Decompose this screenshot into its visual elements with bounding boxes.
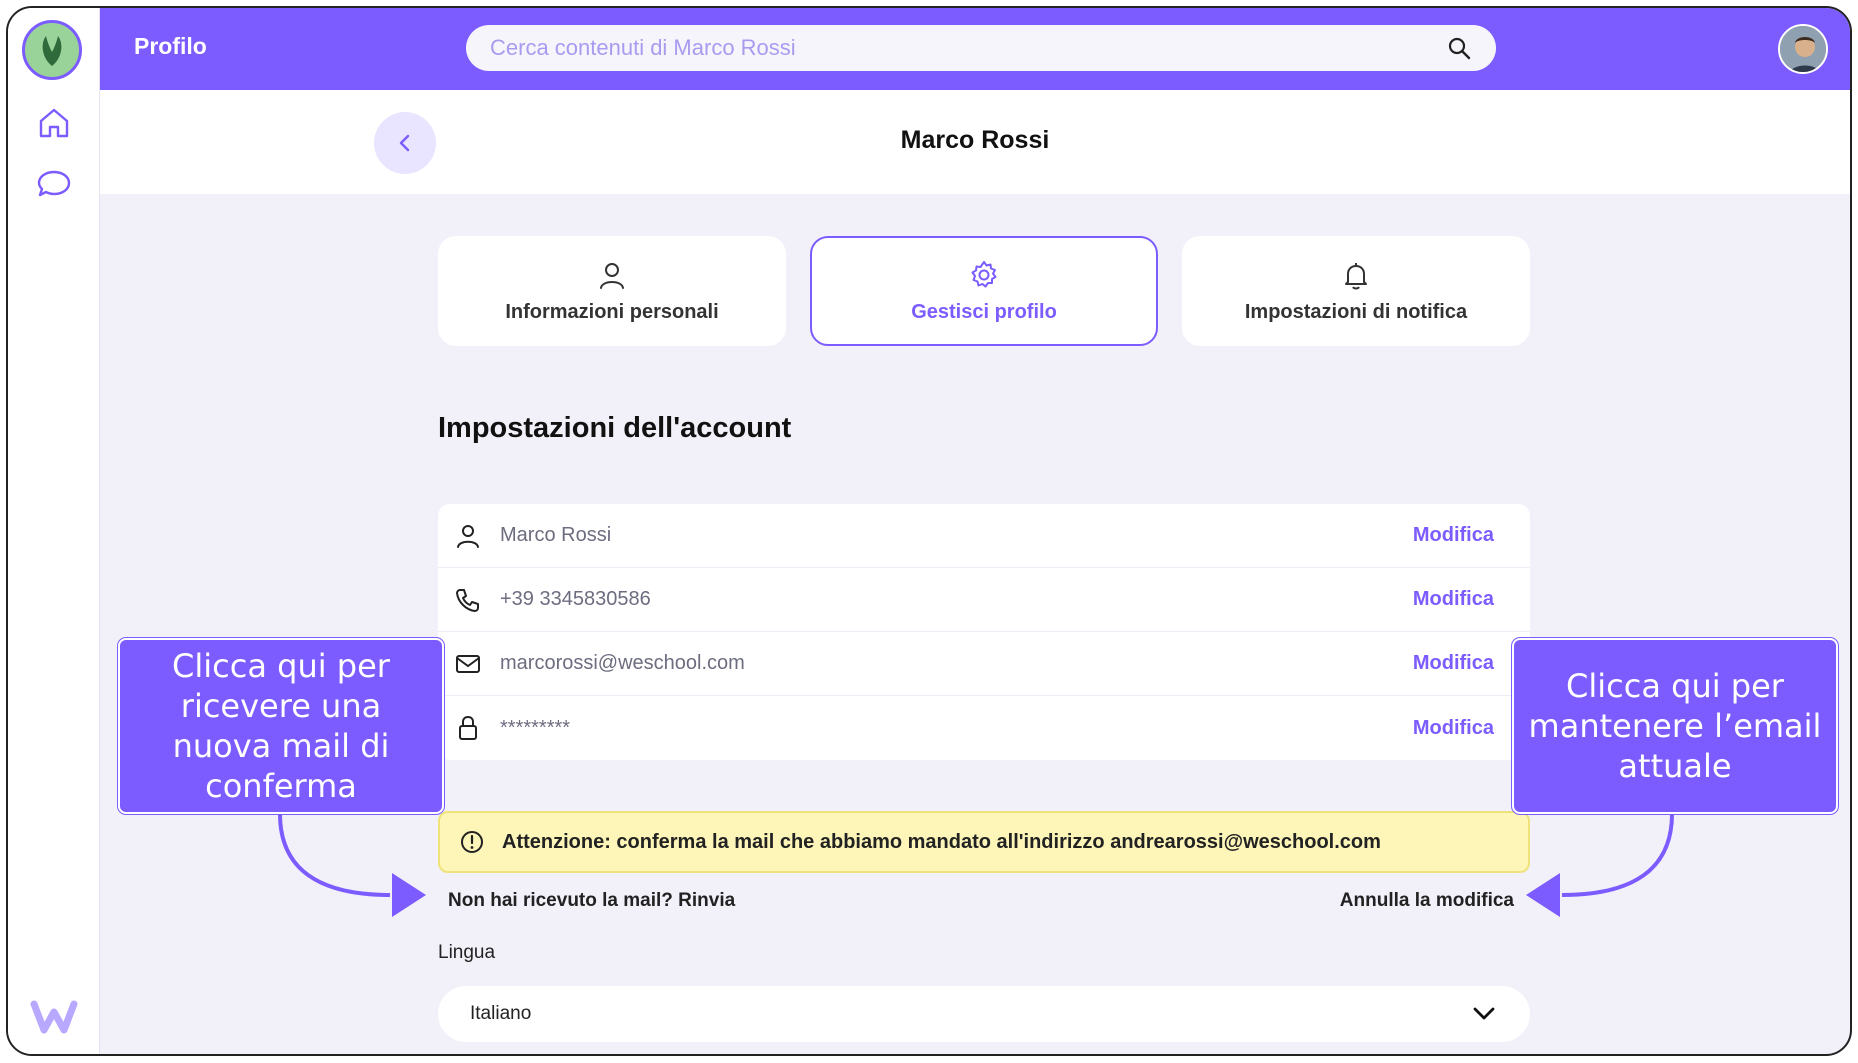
user-avatar[interactable] — [1778, 24, 1828, 74]
setting-row-email: marcorossi@weschool.com Modifica — [438, 632, 1530, 696]
password-value: ********* — [500, 716, 571, 739]
setting-row-name: Marco Rossi Modifica — [438, 504, 1530, 568]
phone-value: +39 3345830586 — [500, 588, 651, 610]
tab-label: Informazioni personali — [505, 300, 719, 323]
app-frame: Profilo Marco Rossi — [6, 6, 1852, 1056]
callout-cancel: Clicca qui per mantenere l’email attuale — [1512, 638, 1838, 814]
space-avatar[interactable] — [22, 20, 82, 80]
callout-resend: Clicca qui per ricevere una nuova mail d… — [118, 638, 444, 814]
setting-row-phone: +39 3345830586 Modifica — [438, 568, 1530, 632]
plant-icon — [42, 36, 62, 66]
profile-tabs: Informazioni personali Gestisci profilo … — [438, 236, 1530, 346]
modify-name-link[interactable]: Modifica — [1413, 524, 1494, 547]
page-header: Marco Rossi — [100, 90, 1850, 194]
account-settings-list: Marco Rossi Modifica +39 3345830586 Modi… — [438, 504, 1530, 760]
home-icon[interactable] — [35, 104, 73, 142]
warning-text: Attenzione: conferma la mail che abbiamo… — [502, 830, 1381, 853]
phone-icon — [456, 588, 479, 612]
lock-icon — [459, 715, 477, 740]
setting-row-password: ********* Modifica — [438, 696, 1530, 760]
tab-personal-info[interactable]: Informazioni personali — [438, 236, 786, 346]
gear-icon — [971, 260, 997, 287]
page-title: Marco Rossi — [900, 126, 1050, 154]
sidebar — [8, 8, 100, 1054]
tab-manage-profile[interactable]: Gestisci profilo — [810, 236, 1158, 346]
modify-email-link[interactable]: Modifica — [1413, 652, 1494, 675]
user-icon — [600, 262, 624, 289]
section-title: Impostazioni dell'account — [438, 412, 792, 444]
resend-email-link[interactable]: Non hai ricevuto la mail? Rinvia — [448, 890, 735, 912]
search-input[interactable] — [490, 35, 1446, 61]
tab-label: Impostazioni di notifica — [1244, 300, 1468, 323]
top-bar: Profilo — [100, 8, 1850, 90]
chevron-down-icon — [1473, 1007, 1495, 1020]
search-bar[interactable] — [466, 25, 1496, 71]
search-icon[interactable] — [1446, 35, 1472, 61]
user-photo-icon — [1780, 26, 1826, 72]
language-selected-value: Italiano — [470, 1003, 532, 1024]
modify-phone-link[interactable]: Modifica — [1413, 588, 1494, 611]
chat-icon[interactable] — [35, 164, 73, 202]
tab-notification-settings[interactable]: Impostazioni di notifica — [1182, 236, 1530, 346]
cancel-change-link[interactable]: Annulla la modifica — [1340, 890, 1514, 912]
email-value: marcorossi@weschool.com — [500, 652, 745, 674]
name-value: Marco Rossi — [500, 524, 612, 546]
user-icon — [457, 524, 479, 548]
alert-circle-icon — [461, 831, 483, 853]
tab-label: Gestisci profilo — [911, 300, 1057, 323]
email-confirmation-warning: Attenzione: conferma la mail che abbiamo… — [438, 811, 1530, 873]
bell-icon — [1345, 262, 1367, 289]
language-select[interactable]: Italiano — [438, 986, 1530, 1042]
topbar-title: Profilo — [134, 33, 207, 59]
weschool-logo-icon — [30, 1000, 78, 1034]
modify-password-link[interactable]: Modifica — [1413, 717, 1494, 740]
mail-icon — [456, 654, 480, 673]
language-label: Lingua — [438, 942, 496, 963]
